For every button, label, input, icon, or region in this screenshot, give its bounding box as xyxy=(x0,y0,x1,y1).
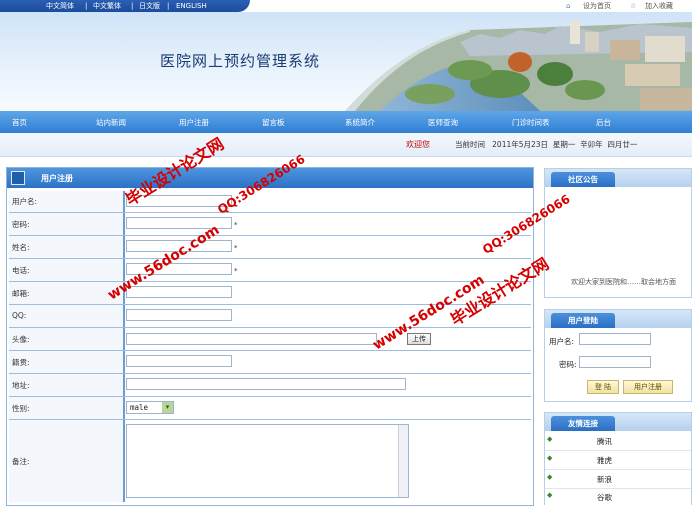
nav-news[interactable]: 站内新闻 xyxy=(96,117,126,128)
phone-input[interactable] xyxy=(126,263,232,275)
username-label: 用户名: xyxy=(12,197,38,206)
login-password-label: 密码: xyxy=(559,360,577,369)
password-label: 密码: xyxy=(12,220,30,229)
main-nav: 首页 站内新闻 用户注册 留言板 系统简介 医师查询 门诊时间表 后台 xyxy=(0,111,692,133)
link-item[interactable]: ◆ 谷歌 xyxy=(545,488,691,505)
separator: | xyxy=(131,2,134,10)
nav-schedule[interactable]: 门诊时间表 xyxy=(512,117,550,128)
lang-japanese-link[interactable]: 日文版 xyxy=(139,1,160,11)
nav-admin[interactable]: 后台 xyxy=(596,117,611,128)
nav-about[interactable]: 系统简介 xyxy=(345,117,375,128)
avatar-path-input[interactable] xyxy=(126,333,377,345)
register-panel: 用户注册 用户名: 密码: * 姓名: * 电话: * 邮箱: QQ: 头像: … xyxy=(6,167,534,506)
link-yahoo[interactable]: 雅虎 xyxy=(597,455,612,466)
address-label: 地址: xyxy=(12,381,30,390)
link-tencent[interactable]: 腾讯 xyxy=(597,436,612,447)
separator: | xyxy=(85,2,88,10)
language-bar: 中文简体 | 中文繁体 | 日文版 | ENGLISH xyxy=(0,0,250,12)
email-label: 邮箱: xyxy=(12,289,30,298)
set-home-link[interactable]: 设为首页 xyxy=(583,1,611,11)
required-mark: * xyxy=(234,267,238,275)
panel-icon xyxy=(11,171,25,185)
address-input[interactable] xyxy=(126,378,406,390)
lang-english-link[interactable]: ENGLISH xyxy=(176,1,207,11)
login-box: 用户登陆 用户名: 密码: 登 陆 用户注册 xyxy=(544,309,692,402)
city-photo xyxy=(345,20,692,111)
banner: 医院网上预约管理系统 xyxy=(0,12,692,111)
links-title: 友情连接 xyxy=(551,416,615,431)
form-row-username: 用户名: xyxy=(9,191,531,213)
qq-input[interactable] xyxy=(126,309,232,321)
upload-button[interactable]: 上传 xyxy=(407,333,431,345)
home-icon: ⌂ xyxy=(566,2,571,10)
password-input[interactable] xyxy=(126,217,232,229)
email-input[interactable] xyxy=(126,286,232,298)
name-label: 姓名: xyxy=(12,243,30,252)
remarks-label: 备注: xyxy=(12,457,30,466)
form-row-avatar: 头像: 上传 xyxy=(9,328,531,351)
avatar-label: 头像: xyxy=(12,335,30,344)
welcome-text: 欢迎您 xyxy=(406,140,430,149)
bullet-icon: ◆ xyxy=(547,473,553,481)
hometown-input[interactable] xyxy=(126,355,232,367)
name-input[interactable] xyxy=(126,240,232,252)
login-button[interactable]: 登 陆 xyxy=(587,380,619,394)
login-password-input[interactable] xyxy=(579,356,651,368)
gender-label: 性别: xyxy=(12,404,30,413)
add-favorite-link[interactable]: 加入收藏 xyxy=(645,1,673,11)
link-sina[interactable]: 新浪 xyxy=(597,474,612,485)
site-title: 医院网上预约管理系统 xyxy=(160,52,321,70)
chevron-down-icon: ▾ xyxy=(162,402,173,413)
status-bar: 欢迎您 当前时间 2011年5月23日 星期一 辛卯年 四月廿一 xyxy=(0,133,692,157)
nav-doctor-search[interactable]: 医师查询 xyxy=(428,117,458,128)
form-row-hometown: 籍贯: xyxy=(9,351,531,374)
hometown-label: 籍贯: xyxy=(12,358,30,367)
separator: | xyxy=(167,2,170,10)
form-row-email: 邮箱: xyxy=(9,282,531,305)
nav-register[interactable]: 用户注册 xyxy=(179,117,209,128)
nav-home[interactable]: 首页 xyxy=(12,117,27,128)
link-google[interactable]: 谷歌 xyxy=(597,492,612,503)
star-icon: ☆ xyxy=(630,2,637,10)
form-row-name: 姓名: * xyxy=(9,236,531,259)
bullet-icon: ◆ xyxy=(547,454,553,462)
notice-marquee: 欢迎大家到医院和……取会地方面 xyxy=(571,278,676,286)
link-item[interactable]: ◆ 腾讯 xyxy=(545,432,691,451)
notice-title: 社区公告 xyxy=(551,172,615,187)
form-row-gender: 性别: male ▾ xyxy=(9,397,531,420)
scrollbar[interactable] xyxy=(398,425,408,497)
username-input[interactable] xyxy=(126,195,232,207)
bullet-icon: ◆ xyxy=(547,435,553,443)
lang-simplified-link[interactable]: 中文简体 xyxy=(46,1,74,11)
register-title: 用户注册 xyxy=(41,174,73,183)
lang-traditional-link[interactable]: 中文繁体 xyxy=(93,1,121,11)
nav-guestbook[interactable]: 留言板 xyxy=(262,117,285,128)
notice-box: 社区公告 欢迎大家到医院和……取会地方面 xyxy=(544,168,692,298)
form-row-remarks: 备注: xyxy=(9,420,531,502)
required-mark: * xyxy=(234,244,238,252)
qq-label: QQ: xyxy=(12,311,27,320)
register-button[interactable]: 用户注册 xyxy=(623,380,673,394)
gender-select[interactable]: male ▾ xyxy=(126,401,174,414)
login-title: 用户登陆 xyxy=(551,313,615,328)
current-date: 当前时间 2011年5月23日 星期一 辛卯年 四月廿一 xyxy=(455,140,638,149)
login-username-input[interactable] xyxy=(579,333,651,345)
phone-label: 电话: xyxy=(12,266,30,275)
link-item[interactable]: ◆ 新浪 xyxy=(545,470,691,489)
bullet-icon: ◆ xyxy=(547,491,553,499)
form-row-password: 密码: * xyxy=(9,213,531,236)
form-row-qq: QQ: xyxy=(9,305,531,328)
register-panel-header: 用户注册 xyxy=(7,168,533,188)
link-item[interactable]: ◆ 雅虎 xyxy=(545,451,691,470)
remarks-textarea[interactable] xyxy=(126,424,409,498)
required-mark: * xyxy=(234,221,238,229)
form-row-phone: 电话: * xyxy=(9,259,531,282)
form-row-address: 地址: xyxy=(9,374,531,397)
login-username-label: 用户名: xyxy=(549,337,575,346)
links-box: 友情连接 ◆ 腾讯 ◆ 雅虎 ◆ 新浪 ◆ 谷歌 xyxy=(544,412,692,505)
gender-value: male xyxy=(130,403,149,412)
